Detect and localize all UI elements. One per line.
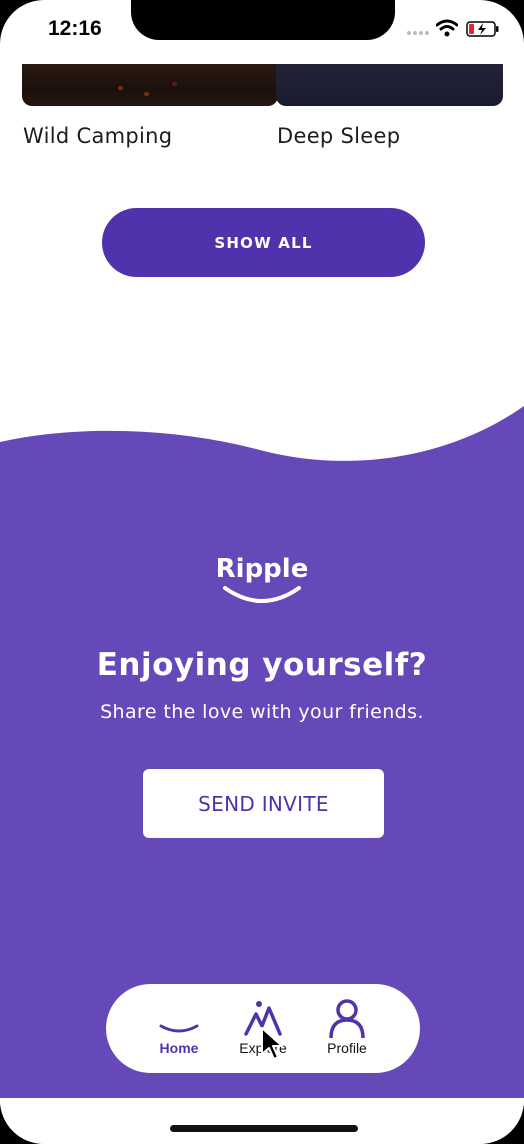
card-title-deep-sleep[interactable]: Deep Sleep bbox=[277, 124, 400, 148]
promo-headline: Enjoying yourself? bbox=[96, 647, 428, 683]
status-time: 12:16 bbox=[48, 17, 102, 40]
notch bbox=[131, 0, 395, 40]
show-all-button[interactable]: SHOW ALL bbox=[102, 208, 425, 277]
mouse-cursor-icon bbox=[261, 1027, 283, 1060]
tab-home[interactable]: Home bbox=[134, 984, 224, 1073]
phone-screen: 12:16 Wild Camping Deep Sleep SHOW ALL R… bbox=[0, 0, 524, 1144]
home-smile-icon bbox=[159, 1024, 199, 1033]
person-icon bbox=[329, 999, 365, 1038]
smile-icon bbox=[223, 586, 301, 603]
logo-text: Ripple bbox=[215, 554, 309, 584]
home-indicator-area bbox=[0, 1098, 524, 1144]
wifi-icon bbox=[436, 19, 458, 37]
tab-profile-label: Profile bbox=[327, 1040, 367, 1056]
status-bar: 12:16 bbox=[0, 0, 524, 60]
send-invite-button[interactable]: SEND INVITE bbox=[143, 769, 384, 838]
card-title-wild-camping[interactable]: Wild Camping bbox=[23, 124, 172, 148]
battery-icon bbox=[466, 21, 499, 37]
ripple-logo: Ripple bbox=[212, 554, 312, 612]
tab-home-label: Home bbox=[159, 1040, 199, 1056]
cellular-signal-icon bbox=[407, 31, 429, 35]
wild-camping-card-image[interactable] bbox=[22, 64, 278, 106]
promo-subline: Share the love with your friends. bbox=[100, 701, 424, 723]
home-indicator[interactable] bbox=[170, 1125, 358, 1132]
wave-divider bbox=[0, 406, 524, 472]
tab-profile[interactable]: Profile bbox=[302, 984, 392, 1073]
deep-sleep-card-image[interactable] bbox=[276, 64, 503, 106]
